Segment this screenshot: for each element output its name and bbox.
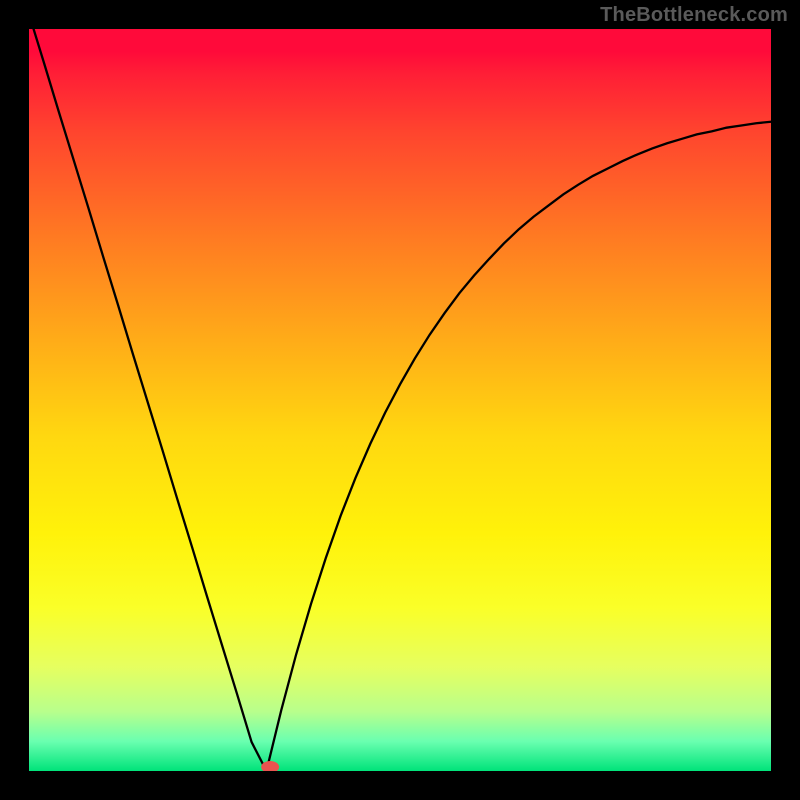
curve-overlay bbox=[29, 29, 771, 771]
plot-area bbox=[29, 29, 771, 771]
watermark-text: TheBottleneck.com bbox=[600, 4, 788, 27]
minimum-marker bbox=[261, 761, 279, 771]
chart-outer-frame: TheBottleneck.com bbox=[0, 0, 800, 800]
bottleneck-curve bbox=[29, 29, 771, 771]
